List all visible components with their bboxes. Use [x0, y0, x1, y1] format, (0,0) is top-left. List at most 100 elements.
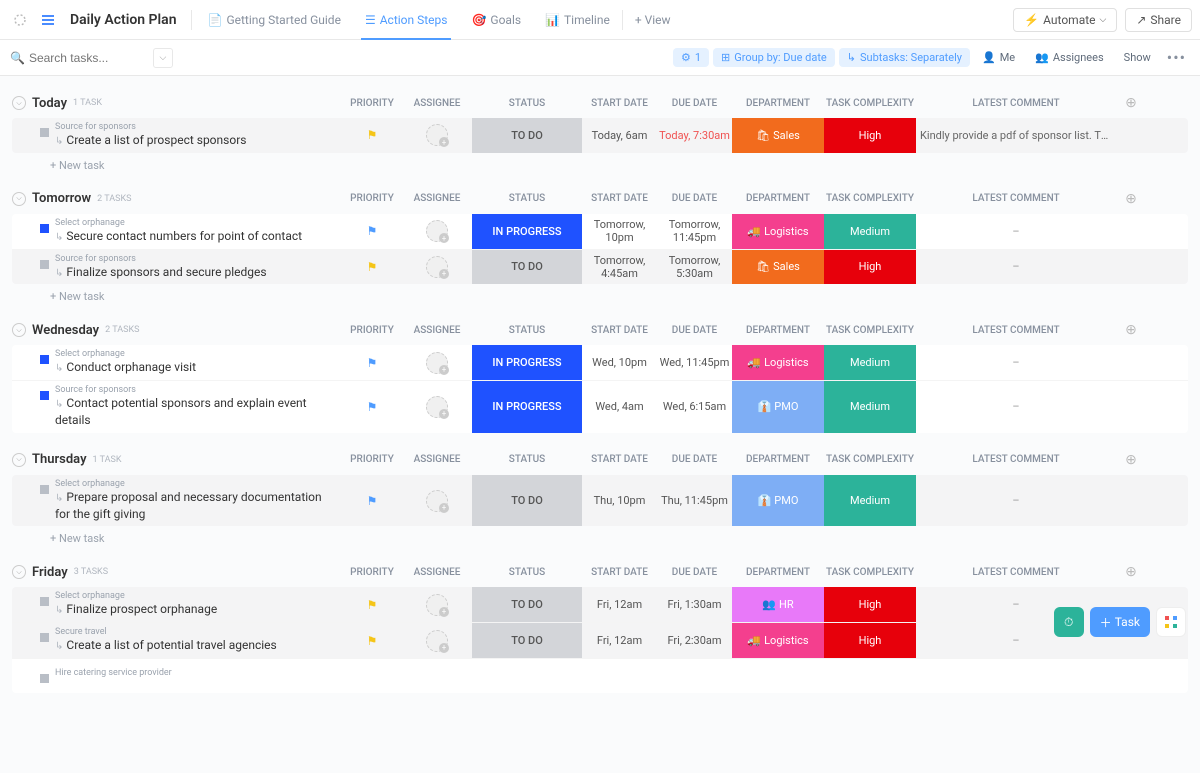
due-date-cell[interactable]: Tomorrow, 11:45pm — [657, 214, 732, 249]
task-title[interactable]: Conduct orphanage visit — [66, 360, 196, 374]
share-button[interactable]: ↗Share — [1125, 8, 1192, 32]
assignee-cell[interactable] — [402, 381, 472, 433]
tab-action-steps[interactable]: ☰Action Steps — [353, 0, 460, 40]
col-comment[interactable]: LATEST COMMENT — [916, 567, 1116, 578]
chevron-down-icon[interactable]: ⌵ — [12, 323, 26, 337]
col-priority[interactable]: PRIORITY — [342, 193, 402, 204]
complexity-cell[interactable]: High — [824, 250, 916, 285]
new-task-fab[interactable]: ＋Task — [1090, 607, 1150, 637]
col-department[interactable]: DEPARTMENT — [732, 567, 824, 578]
department-cell[interactable]: 👔PMO — [732, 381, 824, 433]
task-title[interactable]: Create a list of prospect sponsors — [66, 133, 246, 147]
col-status[interactable]: STATUS — [472, 193, 582, 204]
col-start-date[interactable]: START DATE — [582, 193, 657, 204]
col-department[interactable]: DEPARTMENT — [732, 193, 824, 204]
col-due-date[interactable]: DUE DATE — [657, 98, 732, 109]
assignee-cell[interactable] — [402, 214, 472, 249]
tab-timeline[interactable]: 📊Timeline — [533, 0, 622, 40]
complexity-cell[interactable]: Medium — [824, 381, 916, 433]
comment-cell[interactable]: – — [916, 352, 1116, 373]
col-complexity[interactable]: TASK COMPLEXITY — [824, 567, 916, 578]
status-square[interactable] — [40, 224, 49, 233]
add-column-button[interactable]: ⊕ — [1116, 95, 1146, 111]
status-cell[interactable]: TO DO — [472, 587, 582, 622]
assignee-cell[interactable] — [402, 118, 472, 153]
comment-cell[interactable]: – — [916, 396, 1116, 417]
add-column-button[interactable]: ⊕ — [1116, 452, 1146, 468]
col-comment[interactable]: LATEST COMMENT — [916, 454, 1116, 465]
due-date-cell[interactable]: Thu, 11:45pm — [657, 475, 732, 527]
col-status[interactable]: STATUS — [472, 454, 582, 465]
due-date-cell[interactable]: Tomorrow, 5:30am — [657, 250, 732, 285]
me-chip[interactable]: 👤Me — [974, 48, 1023, 67]
department-cell[interactable]: 🚚Logistics — [732, 345, 824, 380]
due-date-cell[interactable]: Wed, 11:45pm — [657, 345, 732, 380]
add-column-button[interactable]: ⊕ — [1116, 191, 1146, 207]
col-status[interactable]: STATUS — [472, 98, 582, 109]
assignee-cell[interactable] — [402, 345, 472, 380]
priority-cell[interactable]: ⚑ — [342, 214, 402, 249]
complexity-cell[interactable]: Medium — [824, 345, 916, 380]
comment-cell[interactable]: Kindly provide a pdf of sponsor list. Th… — [916, 125, 1116, 146]
col-department[interactable]: DEPARTMENT — [732, 454, 824, 465]
complexity-cell[interactable]: High — [824, 623, 916, 658]
col-priority[interactable]: PRIORITY — [342, 454, 402, 465]
col-assignee[interactable]: ASSIGNEE — [402, 325, 472, 336]
department-cell[interactable]: 👔PMO — [732, 475, 824, 527]
groupby-chip[interactable]: ⊞Group by: Due date — [713, 48, 835, 67]
assignee-cell[interactable] — [402, 250, 472, 285]
col-complexity[interactable]: TASK COMPLEXITY — [824, 193, 916, 204]
department-cell[interactable]: 🚚Logistics — [732, 623, 824, 658]
status-square[interactable] — [40, 674, 49, 683]
col-status[interactable]: STATUS — [472, 325, 582, 336]
task-row[interactable]: Source for sponsors ↳Create a list of pr… — [12, 118, 1188, 153]
complexity-cell[interactable]: High — [824, 118, 916, 153]
task-title[interactable]: Finalize sponsors and secure pledges — [66, 265, 266, 279]
start-date-cell[interactable]: Thu, 10pm — [582, 475, 657, 527]
col-due-date[interactable]: DUE DATE — [657, 454, 732, 465]
search-dropdown[interactable]: ⌵ — [153, 48, 173, 68]
col-start-date[interactable]: START DATE — [582, 454, 657, 465]
department-cell[interactable]: 🛍Sales — [732, 250, 824, 285]
task-row[interactable]: Select orphanage ↳Prepare proposal and n… — [12, 475, 1188, 527]
group-title-wrap[interactable]: ⌵ Wednesday 2 TASKS — [12, 323, 342, 338]
apps-fab[interactable] — [1156, 607, 1186, 637]
start-date-cell[interactable]: Fri, 12am — [582, 623, 657, 658]
more-icon[interactable]: ••• — [1163, 48, 1190, 67]
timer-fab[interactable]: ⏱ — [1054, 607, 1084, 637]
task-row[interactable]: Select orphanage ↳Secure contact numbers… — [12, 214, 1188, 250]
col-assignee[interactable]: ASSIGNEE — [402, 193, 472, 204]
col-start-date[interactable]: START DATE — [582, 98, 657, 109]
priority-cell[interactable]: ⚑ — [342, 381, 402, 433]
group-title-wrap[interactable]: ⌵ Today 1 TASK — [12, 96, 342, 111]
col-department[interactable]: DEPARTMENT — [732, 325, 824, 336]
due-date-cell[interactable]: Fri, 2:30am — [657, 623, 732, 658]
comment-cell[interactable]: – — [916, 256, 1116, 277]
chevron-down-icon[interactable]: ⌵ — [12, 96, 26, 110]
automate-button[interactable]: ⚡Automate⌵ — [1013, 8, 1117, 32]
department-cell[interactable]: 👥HR — [732, 587, 824, 622]
status-cell[interactable]: IN PROGRESS — [472, 214, 582, 249]
col-comment[interactable]: LATEST COMMENT — [916, 193, 1116, 204]
col-complexity[interactable]: TASK COMPLEXITY — [824, 98, 916, 109]
col-priority[interactable]: PRIORITY — [342, 98, 402, 109]
assignee-cell[interactable] — [402, 475, 472, 527]
task-row[interactable]: Source for sponsors ↳Contact potential s… — [12, 381, 1188, 433]
status-cell[interactable]: TO DO — [472, 250, 582, 285]
new-task-button[interactable]: + New task — [12, 284, 1188, 303]
status-cell[interactable]: TO DO — [472, 623, 582, 658]
start-date-cell[interactable]: Tomorrow, 4:45am — [582, 250, 657, 285]
task-row[interactable]: Secure travel ↳Create a list of potentia… — [12, 623, 1188, 659]
col-complexity[interactable]: TASK COMPLEXITY — [824, 454, 916, 465]
due-date-cell[interactable]: Wed, 6:15am — [657, 381, 732, 433]
department-cell[interactable]: 🚚Logistics — [732, 214, 824, 249]
col-assignee[interactable]: ASSIGNEE — [402, 98, 472, 109]
priority-cell[interactable]: ⚑ — [342, 623, 402, 658]
col-start-date[interactable]: START DATE — [582, 325, 657, 336]
col-start-date[interactable]: START DATE — [582, 567, 657, 578]
task-row[interactable]: Source for sponsors ↳Finalize sponsors a… — [12, 250, 1188, 285]
new-task-button[interactable]: + New task — [12, 526, 1188, 545]
status-cell[interactable]: TO DO — [472, 475, 582, 527]
col-due-date[interactable]: DUE DATE — [657, 325, 732, 336]
priority-cell[interactable]: ⚑ — [342, 250, 402, 285]
